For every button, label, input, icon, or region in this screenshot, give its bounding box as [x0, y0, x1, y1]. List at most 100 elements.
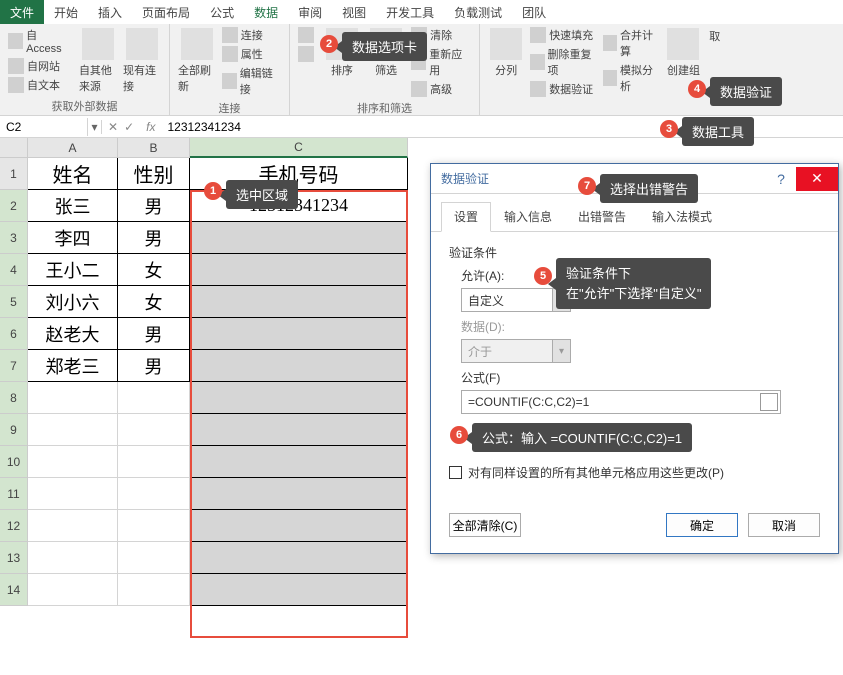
btn-access[interactable]: 自 Access: [6, 26, 75, 56]
name-box[interactable]: C2: [0, 118, 88, 136]
cell-C14[interactable]: [190, 574, 408, 606]
cell-C8[interactable]: [190, 382, 408, 414]
cell-C3[interactable]: [190, 222, 408, 254]
cell-A4[interactable]: 王小二: [28, 254, 118, 286]
cell-A9[interactable]: [28, 414, 118, 446]
cell-B12[interactable]: [118, 510, 190, 542]
menu-team[interactable]: 团队: [512, 0, 556, 24]
col-hdr-A[interactable]: A: [28, 138, 118, 158]
apply-all-checkbox-row[interactable]: 对有同样设置的所有其他单元格应用这些更改(P): [449, 464, 820, 481]
cell-A1[interactable]: 姓名: [28, 158, 118, 190]
checkbox-icon[interactable]: [449, 466, 462, 479]
cell-B9[interactable]: [118, 414, 190, 446]
cell-B2[interactable]: 男: [118, 190, 190, 222]
row-hdr-4[interactable]: 4: [0, 254, 28, 286]
menu-layout[interactable]: 页面布局: [132, 0, 200, 24]
row-hdr-11[interactable]: 11: [0, 478, 28, 510]
dialog-help-icon[interactable]: ?: [766, 171, 796, 187]
tab-error-alert[interactable]: 出错警告: [565, 202, 639, 231]
btn-connections[interactable]: 连接: [220, 26, 283, 44]
row-hdr-2[interactable]: 2: [0, 190, 28, 222]
accept-fx-icon[interactable]: ✓: [124, 120, 134, 134]
select-all-corner[interactable]: [0, 138, 28, 158]
btn-web[interactable]: 自网站: [6, 57, 75, 75]
cell-A5[interactable]: 刘小六: [28, 286, 118, 318]
btn-advanced[interactable]: 高级: [409, 80, 473, 98]
cell-A3[interactable]: 李四: [28, 222, 118, 254]
tab-input-msg[interactable]: 输入信息: [491, 202, 565, 231]
menu-loadtest[interactable]: 负载测试: [444, 0, 512, 24]
cell-B14[interactable]: [118, 574, 190, 606]
col-hdr-C[interactable]: C: [190, 138, 408, 158]
cell-B10[interactable]: [118, 446, 190, 478]
cell-C1[interactable]: 手机号码: [190, 158, 408, 190]
btn-refresh-all[interactable]: 全部刷新: [176, 26, 218, 98]
btn-data-validation[interactable]: 数据验证: [528, 80, 599, 98]
row-hdr-6[interactable]: 6: [0, 318, 28, 350]
clear-all-button[interactable]: 全部清除(C): [449, 513, 521, 537]
cell-C4[interactable]: [190, 254, 408, 286]
cell-C13[interactable]: [190, 542, 408, 574]
formula-input-box[interactable]: =COUNTIF(C:C,C2)=1: [461, 390, 781, 414]
cell-C9[interactable]: [190, 414, 408, 446]
dialog-close-icon[interactable]: ✕: [796, 167, 838, 191]
cell-A13[interactable]: [28, 542, 118, 574]
cell-A6[interactable]: 赵老大: [28, 318, 118, 350]
btn-flashfill[interactable]: 快速填充: [528, 26, 599, 44]
row-hdr-14[interactable]: 14: [0, 574, 28, 606]
cancel-fx-icon[interactable]: ✕: [108, 120, 118, 134]
cell-A7[interactable]: 郑老三: [28, 350, 118, 382]
cell-B1[interactable]: 性别: [118, 158, 190, 190]
cell-B4[interactable]: 女: [118, 254, 190, 286]
row-hdr-1[interactable]: 1: [0, 158, 28, 190]
cell-B6[interactable]: 男: [118, 318, 190, 350]
btn-properties[interactable]: 属性: [220, 45, 283, 63]
row-hdr-10[interactable]: 10: [0, 446, 28, 478]
row-hdr-7[interactable]: 7: [0, 350, 28, 382]
btn-sort-az[interactable]: [296, 26, 319, 44]
range-picker-icon[interactable]: [760, 393, 778, 411]
row-hdr-3[interactable]: 3: [0, 222, 28, 254]
col-hdr-B[interactable]: B: [118, 138, 190, 158]
menu-review[interactable]: 审阅: [288, 0, 332, 24]
row-hdr-13[interactable]: 13: [0, 542, 28, 574]
btn-sort-za[interactable]: [296, 45, 319, 63]
cell-A12[interactable]: [28, 510, 118, 542]
menu-formula[interactable]: 公式: [200, 0, 244, 24]
row-hdr-8[interactable]: 8: [0, 382, 28, 414]
tab-settings[interactable]: 设置: [441, 202, 491, 232]
cell-C10[interactable]: [190, 446, 408, 478]
name-box-dropdown[interactable]: ▾: [88, 120, 102, 134]
cell-A8[interactable]: [28, 382, 118, 414]
cell-A14[interactable]: [28, 574, 118, 606]
cell-B13[interactable]: [118, 542, 190, 574]
tab-ime[interactable]: 输入法模式: [639, 202, 725, 231]
ok-button[interactable]: 确定: [666, 513, 738, 537]
cancel-button[interactable]: 取消: [748, 513, 820, 537]
cell-C6[interactable]: [190, 318, 408, 350]
cell-A11[interactable]: [28, 478, 118, 510]
menu-home[interactable]: 开始: [44, 0, 88, 24]
menu-insert[interactable]: 插入: [88, 0, 132, 24]
cell-B3[interactable]: 男: [118, 222, 190, 254]
menu-view[interactable]: 视图: [332, 0, 376, 24]
cell-C5[interactable]: [190, 286, 408, 318]
cell-B11[interactable]: [118, 478, 190, 510]
menu-dev[interactable]: 开发工具: [376, 0, 444, 24]
fx-label[interactable]: fx: [140, 120, 161, 134]
cell-C11[interactable]: [190, 478, 408, 510]
cell-C12[interactable]: [190, 510, 408, 542]
row-hdr-5[interactable]: 5: [0, 286, 28, 318]
btn-existing-conn[interactable]: 现有连接: [121, 26, 163, 96]
row-hdr-12[interactable]: 12: [0, 510, 28, 542]
cell-A2[interactable]: 张三: [28, 190, 118, 222]
btn-other-source[interactable]: 自其他来源: [77, 26, 119, 96]
allow-select[interactable]: 自定义 ▾: [461, 288, 571, 312]
btn-editlinks[interactable]: 编辑链接: [220, 64, 283, 98]
btn-whatif[interactable]: 模拟分析: [601, 61, 662, 95]
btn-consolidate[interactable]: 合并计算: [601, 26, 662, 60]
menu-data[interactable]: 数据: [244, 0, 288, 24]
cell-B8[interactable]: [118, 382, 190, 414]
cell-A10[interactable]: [28, 446, 118, 478]
row-hdr-9[interactable]: 9: [0, 414, 28, 446]
